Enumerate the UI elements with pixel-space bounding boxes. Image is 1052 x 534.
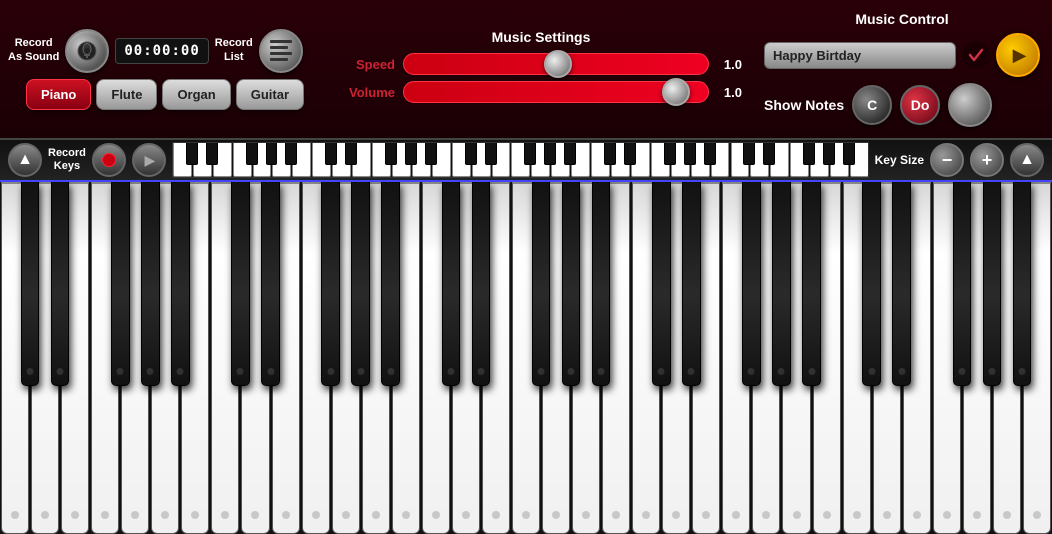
music-settings: Music Settings Speed 1.0 Volume 1.0 bbox=[330, 21, 752, 117]
note-knob[interactable] bbox=[948, 83, 992, 127]
top-buttons: Record As Sound 00:00:00 Record bbox=[8, 29, 322, 73]
speed-value: 1.0 bbox=[717, 57, 742, 72]
checkmark-button[interactable] bbox=[962, 41, 990, 69]
record-list-button[interactable] bbox=[259, 29, 303, 73]
black-key[interactable] bbox=[351, 182, 370, 386]
black-key[interactable] bbox=[892, 182, 911, 386]
black-key[interactable] bbox=[21, 182, 40, 386]
black-key[interactable] bbox=[562, 182, 581, 386]
plus-icon: + bbox=[982, 150, 993, 171]
volume-label: Volume bbox=[340, 85, 395, 100]
play-small-icon: ▶ bbox=[145, 152, 156, 169]
volume-slider[interactable] bbox=[403, 81, 709, 103]
song-dropdown[interactable]: Happy Birtday bbox=[764, 42, 956, 69]
record-list-line1: Record bbox=[215, 37, 253, 50]
key-size-increase-button[interactable]: + bbox=[970, 143, 1004, 177]
piano-keyboard-container bbox=[0, 182, 1052, 534]
record-as-sound-group: Record As Sound bbox=[8, 37, 59, 63]
mini-keyboard bbox=[172, 142, 869, 178]
black-key[interactable] bbox=[111, 182, 130, 386]
list-lines-icon bbox=[270, 40, 292, 61]
volume-row: Volume 1.0 bbox=[340, 81, 742, 103]
music-settings-title: Music Settings bbox=[492, 29, 591, 45]
play-icon: ▶ bbox=[1013, 45, 1027, 66]
speed-label: Speed bbox=[340, 57, 395, 72]
up-arrow-icon-right: ▲ bbox=[1019, 151, 1035, 169]
black-key[interactable] bbox=[1013, 182, 1032, 386]
record-button[interactable] bbox=[92, 143, 126, 177]
show-notes-row: Show Notes C Do bbox=[764, 83, 1040, 127]
flute-button[interactable]: Flute bbox=[96, 79, 157, 110]
black-key[interactable] bbox=[652, 182, 671, 386]
black-key[interactable] bbox=[772, 182, 791, 386]
song-selector-row: Happy Birtday ▶ bbox=[764, 33, 1040, 77]
black-key[interactable] bbox=[682, 182, 701, 386]
speed-thumb[interactable] bbox=[544, 50, 572, 78]
show-notes-label: Show Notes bbox=[764, 97, 844, 113]
play-keys-button[interactable]: ▶ bbox=[132, 143, 166, 177]
timer-display: 00:00:00 bbox=[115, 38, 208, 64]
record-keys-bar: ▲ Record Keys ▶ Key Size − + ▲ bbox=[0, 140, 1052, 182]
black-key[interactable] bbox=[862, 182, 881, 386]
black-key[interactable] bbox=[231, 182, 250, 386]
up-arrow-button[interactable]: ▲ bbox=[8, 143, 42, 177]
black-key[interactable] bbox=[472, 182, 491, 386]
speed-row: Speed 1.0 bbox=[340, 53, 742, 75]
minus-icon: − bbox=[942, 150, 953, 171]
guitar-button[interactable]: Guitar bbox=[236, 79, 304, 110]
up-arrow-button-right[interactable]: ▲ bbox=[1010, 143, 1044, 177]
black-key[interactable] bbox=[802, 182, 821, 386]
black-key[interactable] bbox=[171, 182, 190, 386]
music-control: Music Control Happy Birtday ▶ Show Notes… bbox=[752, 3, 1052, 135]
piano-button[interactable]: Piano bbox=[26, 79, 91, 110]
black-key[interactable] bbox=[592, 182, 611, 386]
left-controls: Record As Sound 00:00:00 Record bbox=[0, 23, 330, 116]
black-key[interactable] bbox=[532, 182, 551, 386]
black-key[interactable] bbox=[742, 182, 761, 386]
music-control-title: Music Control bbox=[764, 11, 1040, 27]
black-key[interactable] bbox=[953, 182, 972, 386]
up-arrow-icon: ▲ bbox=[17, 151, 33, 169]
black-key[interactable] bbox=[321, 182, 340, 386]
record-as-sound-line1: Record bbox=[15, 37, 53, 50]
key-size-label: Key Size bbox=[875, 153, 924, 167]
black-key[interactable] bbox=[983, 182, 1002, 386]
record-list-line2: List bbox=[224, 51, 244, 64]
play-music-button[interactable]: ▶ bbox=[996, 33, 1040, 77]
key-size-decrease-button[interactable]: − bbox=[930, 143, 964, 177]
black-key[interactable] bbox=[381, 182, 400, 386]
note-do-button[interactable]: Do bbox=[900, 85, 940, 125]
black-key[interactable] bbox=[141, 182, 160, 386]
record-dot-icon bbox=[102, 153, 116, 167]
note-c-button[interactable]: C bbox=[852, 85, 892, 125]
organ-button[interactable]: Organ bbox=[162, 79, 230, 110]
black-key[interactable] bbox=[442, 182, 461, 386]
record-keys-label: Record Keys bbox=[48, 147, 86, 173]
black-key[interactable] bbox=[261, 182, 280, 386]
black-key[interactable] bbox=[51, 182, 70, 386]
record-list-group: Record List bbox=[215, 37, 253, 63]
volume-thumb[interactable] bbox=[662, 78, 690, 106]
volume-value: 1.0 bbox=[717, 85, 742, 100]
mic-knob[interactable] bbox=[65, 29, 109, 73]
top-bar: Record As Sound 00:00:00 Record bbox=[0, 0, 1052, 140]
record-as-sound-line2: As Sound bbox=[8, 51, 59, 64]
instrument-selector: Piano Flute Organ Guitar bbox=[26, 79, 304, 110]
speed-slider[interactable] bbox=[403, 53, 709, 75]
